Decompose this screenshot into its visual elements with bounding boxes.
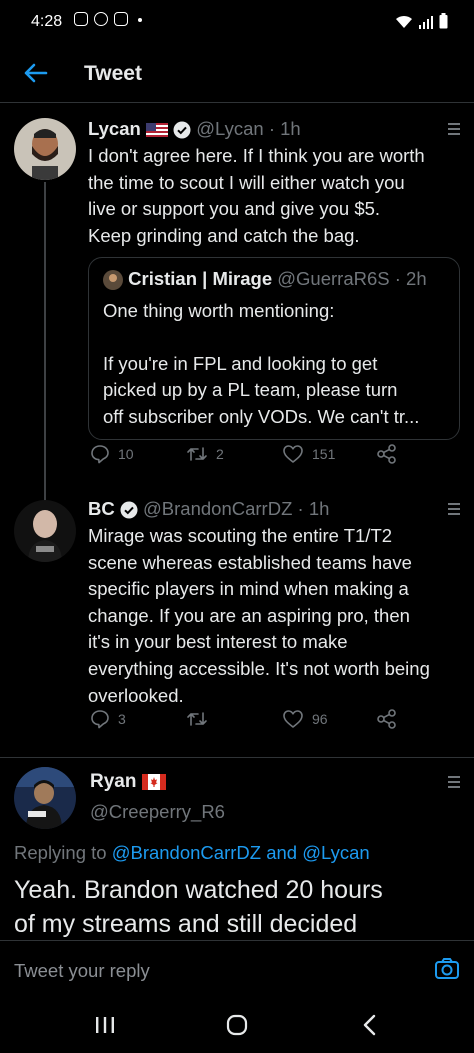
home-icon[interactable] bbox=[226, 1014, 248, 1036]
replying-to-and: and bbox=[266, 842, 298, 863]
tweet-text-line: of my streams and still decided bbox=[14, 910, 358, 938]
status-bar: 4:28 bbox=[0, 0, 474, 46]
handle: @GuerraR6S bbox=[277, 268, 390, 289]
more-icon[interactable] bbox=[440, 776, 460, 788]
retweet-icon bbox=[187, 447, 207, 461]
share-button[interactable] bbox=[376, 708, 398, 730]
like-icon bbox=[283, 445, 303, 463]
quote-text-line: If you're in FPL and looking to get bbox=[103, 352, 378, 374]
display-name: Cristian | Mirage bbox=[128, 268, 273, 289]
share-icon bbox=[377, 709, 396, 729]
retweet-icon bbox=[187, 712, 207, 726]
main-tweet-header: Ryan bbox=[90, 771, 166, 793]
like-icon bbox=[283, 710, 303, 728]
like-count: 151 bbox=[312, 446, 336, 462]
avatar bbox=[103, 270, 123, 291]
reply-input[interactable]: Tweet your reply bbox=[14, 960, 150, 982]
canada-flag-icon bbox=[141, 773, 166, 790]
more-notifications-dot-icon bbox=[138, 18, 142, 22]
tweet-text: Mirage was scouting the entire T1/T2 sce… bbox=[88, 523, 472, 709]
notification-icons bbox=[74, 12, 142, 26]
quote-text-line: picked up by a PL team, please turn bbox=[103, 379, 398, 401]
display-name[interactable]: BC bbox=[88, 498, 115, 519]
more-icon[interactable] bbox=[440, 123, 460, 135]
quote-text-line: One thing worth mentioning: bbox=[103, 300, 335, 321]
timestamp: · 1h bbox=[268, 118, 301, 139]
top-app-bar: Tweet bbox=[0, 46, 474, 103]
back-arrow-icon[interactable] bbox=[20, 58, 50, 88]
retweet-count: 2 bbox=[216, 446, 224, 462]
timestamp: · 2h bbox=[394, 268, 427, 289]
tweet-header: BC @BrandonCarrDZ · 1h bbox=[88, 498, 329, 520]
like-button[interactable]: 96 bbox=[282, 709, 328, 729]
tweet-text-line: scene whereas established teams have bbox=[88, 551, 412, 573]
thread-line bbox=[44, 182, 46, 508]
signal-icon bbox=[419, 16, 433, 29]
camera-icon[interactable] bbox=[434, 956, 460, 982]
battery-icon bbox=[439, 13, 448, 29]
avatar[interactable] bbox=[14, 118, 76, 180]
tweet-text-line: change. If you are an aspiring pro, then bbox=[88, 604, 410, 626]
tweet-text-line: Yeah. Brandon watched 20 hours bbox=[14, 876, 383, 904]
main-tweet-text: Yeah. Brandon watched 20 hours of my str… bbox=[14, 873, 464, 941]
nav-back-icon[interactable] bbox=[362, 1014, 378, 1036]
replying-to: Replying to @BrandonCarrDZ and @Lycan bbox=[14, 842, 370, 864]
more-icon[interactable] bbox=[440, 503, 460, 515]
handle[interactable]: @Creeperry_R6 bbox=[90, 801, 225, 823]
tweet-text: I don't agree here. If I think you are w… bbox=[88, 143, 468, 249]
reply-button[interactable]: 10 bbox=[90, 444, 134, 464]
reply-count: 10 bbox=[118, 446, 134, 462]
replying-to-link[interactable]: @BrandonCarrDZ bbox=[112, 842, 261, 863]
tweet-text-line: I don't agree here. If I think you are w… bbox=[88, 145, 425, 166]
reply-button[interactable]: 3 bbox=[90, 709, 126, 729]
reply-bar: Tweet your reply bbox=[0, 940, 474, 1001]
wifi-icon bbox=[396, 15, 412, 28]
display-name[interactable]: Lycan bbox=[88, 118, 141, 139]
recent-apps-icon[interactable] bbox=[94, 1015, 116, 1035]
retweet-button[interactable] bbox=[186, 709, 216, 729]
tweet-text-line: live or support you and give you $5. bbox=[88, 198, 381, 220]
share-button[interactable] bbox=[376, 443, 398, 465]
tweet-text-line: Mirage was scouting the entire T1/T2 bbox=[88, 525, 393, 546]
verified-icon bbox=[173, 121, 191, 139]
display-name[interactable]: Ryan bbox=[90, 771, 136, 792]
avatar[interactable] bbox=[14, 500, 76, 562]
reply-count: 3 bbox=[118, 711, 126, 727]
handle[interactable]: @BrandonCarrDZ bbox=[143, 498, 292, 519]
replying-to-link[interactable]: @Lycan bbox=[302, 842, 369, 863]
tweet-text-line: the time to scout I will either watch yo… bbox=[88, 171, 405, 193]
quote-text-line: off subscriber only VODs. We can't tr... bbox=[103, 405, 420, 427]
tweet-text-line: specific players in mind when making a bbox=[88, 578, 409, 600]
page-title: Tweet bbox=[84, 62, 142, 85]
like-count: 96 bbox=[312, 711, 328, 727]
retweet-button[interactable]: 2 bbox=[186, 444, 224, 464]
system-nav-bar bbox=[0, 1000, 474, 1053]
quote-header: Cristian | Mirage @GuerraR6S · 2h bbox=[103, 268, 427, 291]
tweet-text-line: Keep grinding and catch the bag. bbox=[88, 224, 360, 246]
divider bbox=[0, 757, 474, 758]
timestamp: · 1h bbox=[297, 498, 330, 519]
tweet-header: Lycan @Lycan · 1h bbox=[88, 118, 301, 140]
instagram-notification-icon-2 bbox=[114, 12, 128, 26]
messenger-notification-icon bbox=[94, 12, 108, 26]
tweet-text-line: overlooked. bbox=[88, 684, 184, 706]
like-button[interactable]: 151 bbox=[282, 444, 335, 464]
reply-icon bbox=[91, 710, 109, 729]
status-time: 4:28 bbox=[31, 13, 63, 30]
verified-icon bbox=[120, 501, 138, 519]
reply-icon bbox=[91, 445, 109, 464]
quote-text: One thing worth mentioning: If you're in… bbox=[103, 298, 453, 430]
tweet-text-line: it's in your best interest to make bbox=[88, 631, 348, 653]
share-icon bbox=[377, 444, 396, 464]
tweet-text-line: everything accessible. It's not worth be… bbox=[88, 657, 430, 679]
instagram-notification-icon bbox=[74, 12, 88, 26]
handle[interactable]: @Lycan bbox=[196, 118, 263, 139]
us-flag-icon bbox=[145, 123, 168, 138]
replying-to-label: Replying to bbox=[14, 842, 107, 863]
quoted-tweet[interactable]: Cristian | Mirage @GuerraR6S · 2h One th… bbox=[88, 257, 460, 440]
avatar[interactable] bbox=[14, 767, 76, 829]
